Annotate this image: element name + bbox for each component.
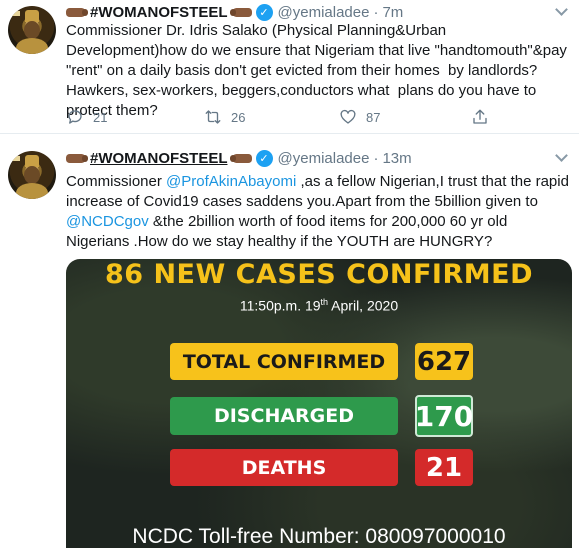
display-name[interactable]: #WOMANOFSTEEL — [90, 150, 228, 167]
share-button[interactable] — [471, 108, 498, 126]
tweet-header: #WOMANOFSTEEL ✓ @yemialadee · 13m — [66, 147, 412, 169]
separator: · — [373, 3, 379, 21]
mention-link[interactable]: @ProfAkinAbayomi — [166, 173, 296, 190]
user-handle[interactable]: @yemialadee — [278, 150, 370, 167]
like-button[interactable]: 87 — [339, 108, 380, 126]
tweet-text: Commissioner Dr. Idris Salako (Physical … — [66, 22, 572, 119]
like-count: 87 — [366, 109, 381, 125]
verified-badge-icon: ✓ — [255, 149, 273, 167]
tweet-actions: 21 26 87 — [66, 108, 506, 130]
retweet-count: 26 — [231, 109, 246, 125]
tweet-media-image[interactable]: 86 NEW CASES CONFIRMED 11:50p.m. 19th Ap… — [66, 259, 572, 548]
raised-fist-emoji-icon — [66, 7, 88, 17]
chevron-down-icon[interactable] — [553, 149, 571, 167]
timestamp[interactable]: 13m — [382, 150, 411, 167]
user-handle[interactable]: @yemialadee — [278, 4, 370, 21]
text-segment: Commissioner — [66, 173, 167, 190]
reply-icon — [68, 110, 82, 124]
avatar[interactable] — [8, 6, 56, 54]
chevron-down-icon[interactable] — [553, 3, 571, 21]
tweet-text: Commissioner @ProfAkinAbayomi ,as a fell… — [66, 172, 571, 252]
mention-link[interactable]: @NCDCgov — [66, 213, 149, 230]
tollfree-number: NCDC Toll-free Number: 080097000010 — [132, 525, 506, 548]
separator: · — [373, 149, 379, 167]
media-headline: 86 NEW CASES CONFIRMED — [104, 259, 533, 290]
timestamp[interactable]: 7m — [382, 4, 403, 21]
reply-count: 21 — [93, 109, 108, 125]
retweet-button[interactable]: 26 — [204, 108, 245, 126]
tweet-header: #WOMANOFSTEEL ✓ @yemialadee · 7m — [66, 1, 403, 23]
reply-button[interactable]: 21 — [66, 108, 107, 126]
discharged-label: DISCHARGED — [170, 397, 398, 435]
media-date: 11:50p.m. 19th April, 2020 — [239, 297, 399, 314]
share-icon — [473, 109, 487, 124]
retweet-icon — [205, 110, 221, 124]
avatar[interactable] — [8, 151, 56, 199]
like-icon — [340, 109, 356, 124]
raised-fist-emoji-icon — [66, 153, 88, 163]
verified-badge-icon: ✓ — [255, 3, 273, 21]
deaths-value: 21 — [415, 449, 473, 486]
raised-fist-emoji-icon — [231, 7, 252, 17]
discharged-value: 170 — [415, 395, 473, 437]
total-confirmed-value: 627 — [415, 343, 473, 380]
deaths-label: DEATHS — [170, 449, 398, 486]
tweet[interactable]: #WOMANOFSTEEL ✓ @yemialadee · 7m Commiss… — [0, 0, 579, 134]
raised-fist-emoji-icon — [231, 153, 252, 163]
display-name[interactable]: #WOMANOFSTEEL — [90, 4, 228, 21]
total-confirmed-label: TOTAL CONFIRMED — [170, 343, 398, 380]
